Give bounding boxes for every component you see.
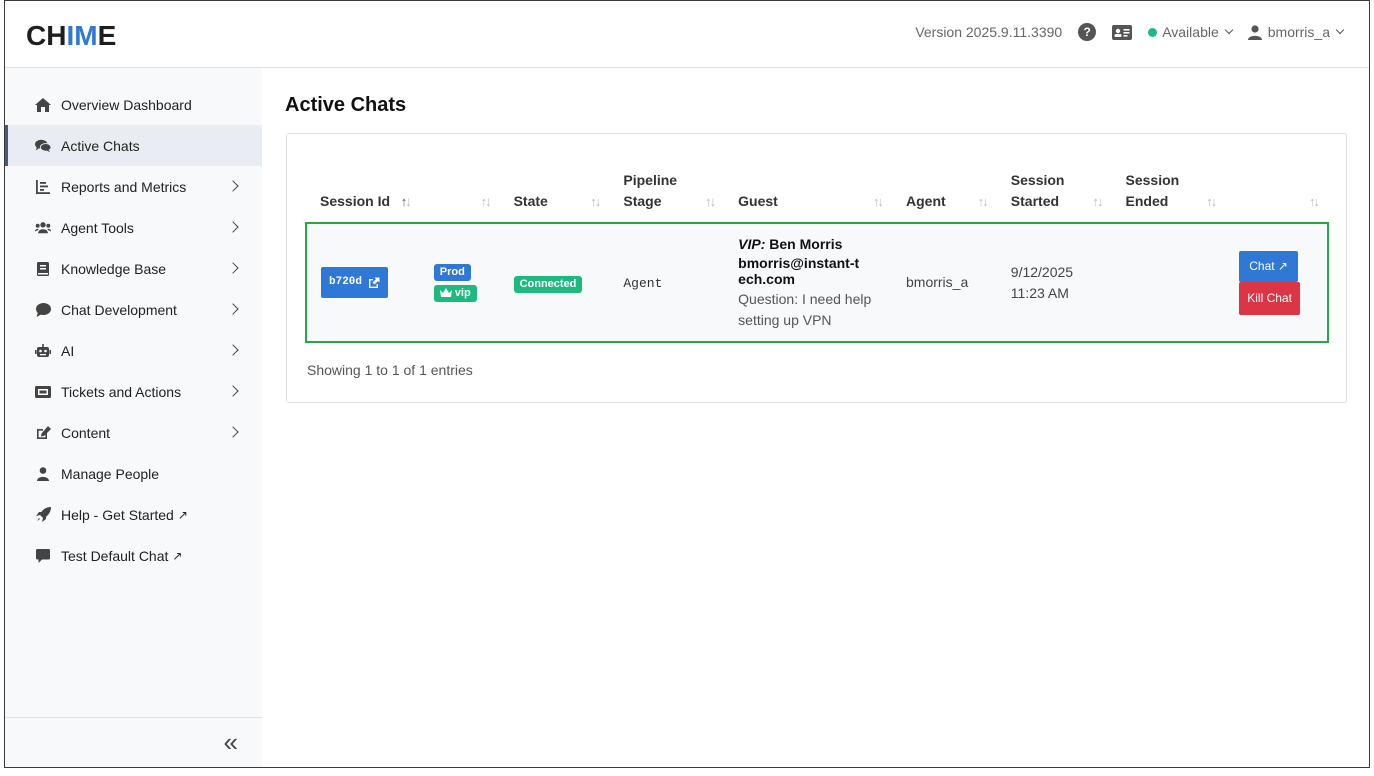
sidebar-item-help-get-started[interactable]: Help - Get Started ↗ [5, 494, 262, 535]
comments-icon [35, 138, 51, 154]
guest-email: bmorris@instant-tech.com [738, 255, 860, 287]
kill-chat-button[interactable]: Kill Chat [1239, 281, 1300, 315]
sidebar-item-manage-people[interactable]: Manage People [5, 453, 262, 494]
ticket-icon [35, 384, 51, 400]
chevron-right-icon [227, 344, 239, 356]
chevron-right-icon [227, 385, 239, 397]
guest-name: Ben Morris [769, 236, 843, 252]
top-header: CHIME Version 2025.9.11.3390 ? Available… [5, 1, 1369, 68]
active-chats-table: Session Id ↑↓ ↑↓ State ↑↓ Pipeline Stage ↑↓… [305, 170, 1329, 343]
sidebar-item-ai[interactable]: AI [5, 330, 262, 371]
sidebar-footer: « [5, 717, 262, 767]
table-row: b720d Prod vip Connected Agent VIP: Ben … [306, 223, 1328, 342]
user-icon [35, 466, 51, 482]
cell-agent: bmorris_a [906, 274, 969, 290]
version-text: Version 2025.9.11.3390 [915, 24, 1063, 40]
robot-icon [35, 343, 51, 359]
cell-session-ended [1112, 223, 1226, 342]
book-icon [35, 261, 51, 277]
col-pipeline-stage[interactable]: Pipeline Stage ↑↓ [609, 170, 724, 223]
sort-icon: ↑↓ [590, 194, 601, 209]
col-session-id[interactable]: Session Id ↑↓ [306, 170, 420, 223]
users-icon [35, 220, 51, 236]
sort-icon: ↑↓ [1092, 194, 1104, 209]
cell-state: Connected [500, 223, 610, 342]
chevron-down-icon [1335, 25, 1345, 35]
chevron-right-icon [227, 303, 239, 315]
chevron-right-icon [227, 180, 239, 192]
cell-actions: Chat ↗ Kill Chat [1225, 223, 1328, 342]
vip-badge: vip [433, 284, 477, 302]
status-badge: Connected [513, 276, 583, 293]
sidebar-item-test-default-chat[interactable]: Test Default Chat ↗ [5, 535, 262, 576]
chevron-right-icon [227, 221, 239, 233]
cell-session-started: 9/12/2025 11:23 AM [1010, 263, 1074, 301]
sidebar-item-chat-development[interactable]: Chat Development [5, 289, 262, 330]
sort-asc-icon: ↑↓ [400, 194, 412, 209]
sort-icon: ↑↓ [1206, 194, 1217, 209]
user-menu[interactable]: bmorris_a [1247, 24, 1345, 40]
col-session-started[interactable]: Session Started ↑↓ [997, 170, 1112, 223]
cell-pipeline-stage: Agent [623, 275, 663, 291]
sidebar: Overview Dashboard Active Chats Reports … [5, 68, 262, 767]
main-content: Active Chats Session Id ↑↓ ↑↓ State ↑↓ Pip… [262, 68, 1369, 767]
col-actions[interactable]: ↑↓ [1225, 170, 1328, 223]
col-agent[interactable]: Agent ↑↓ [892, 170, 997, 223]
collapse-sidebar-icon[interactable]: « [224, 729, 238, 755]
rocket-icon [35, 507, 51, 523]
col-tags[interactable]: ↑↓ [420, 170, 500, 223]
header-right: Version 2025.9.11.3390 ? Available bmorr… [915, 23, 1345, 41]
sort-icon: ↑↓ [1309, 194, 1320, 209]
guest-question: Question: I need help setting up VPN [738, 291, 872, 328]
active-chats-card: Session Id ↑↓ ↑↓ State ↑↓ Pipeline Stage ↑↓… [286, 133, 1347, 403]
crown-icon [439, 287, 452, 297]
col-guest[interactable]: Guest ↑↓ [724, 170, 892, 223]
sort-icon: ↑↓ [480, 194, 492, 209]
cell-session-id: b720d [306, 223, 420, 342]
sort-icon: ↑↓ [705, 194, 716, 209]
page-title: Active Chats [285, 94, 407, 116]
chart-icon [35, 179, 51, 195]
sidebar-item-active-chats[interactable]: Active Chats [5, 125, 262, 166]
col-session-ended[interactable]: Session Ended ↑↓ [1112, 170, 1226, 223]
chevron-right-icon [227, 262, 239, 274]
cell-tags: Prod vip [420, 223, 500, 342]
user-icon [1247, 24, 1262, 40]
sidebar-item-content[interactable]: Content [5, 412, 262, 453]
sidebar-item-agent-tools[interactable]: Agent Tools [5, 207, 262, 248]
availability-dropdown[interactable]: Available [1148, 24, 1233, 40]
help-icon[interactable]: ? [1078, 23, 1097, 41]
sort-icon: ↑↓ [977, 194, 989, 209]
status-dot [1148, 27, 1158, 37]
chat-button[interactable]: Chat ↗ [1239, 250, 1298, 282]
sort-icon: ↑↓ [873, 194, 884, 209]
sidebar-item-reports-and-metrics[interactable]: Reports and Metrics [5, 166, 262, 207]
external-link-icon: ↗ [177, 507, 188, 522]
guest-vip-label: VIP: [738, 236, 766, 252]
chevron-right-icon [227, 426, 239, 438]
message-icon [35, 548, 51, 564]
sidebar-item-knowledge-base[interactable]: Knowledge Base [5, 248, 262, 289]
session-id-button[interactable]: b720d [321, 267, 389, 298]
col-state[interactable]: State ↑↓ [500, 170, 610, 223]
chat-bubble-icon [35, 302, 51, 318]
home-icon [35, 97, 51, 113]
sidebar-item-tickets-and-actions[interactable]: Tickets and Actions [5, 371, 262, 412]
edit-icon [35, 425, 51, 441]
table-header-row: Session Id ↑↓ ↑↓ State ↑↓ Pipeline Stage ↑↓… [306, 170, 1328, 223]
prod-badge: Prod [433, 263, 471, 281]
id-card-icon[interactable] [1112, 24, 1133, 40]
app-window: CHIME Version 2025.9.11.3390 ? Available… [4, 0, 1370, 768]
external-link-icon [369, 277, 380, 288]
sidebar-item-overview-dashboard[interactable]: Overview Dashboard [5, 84, 262, 125]
table-entries-info: Showing 1 to 1 of 1 entries [307, 362, 473, 378]
chevron-down-icon [1224, 25, 1233, 35]
external-link-icon: ↗ [172, 548, 183, 563]
cell-guest: VIP: Ben Morris bmorris@instant-tech.com… [724, 223, 892, 342]
chime-logo[interactable]: CHIME [26, 22, 116, 50]
